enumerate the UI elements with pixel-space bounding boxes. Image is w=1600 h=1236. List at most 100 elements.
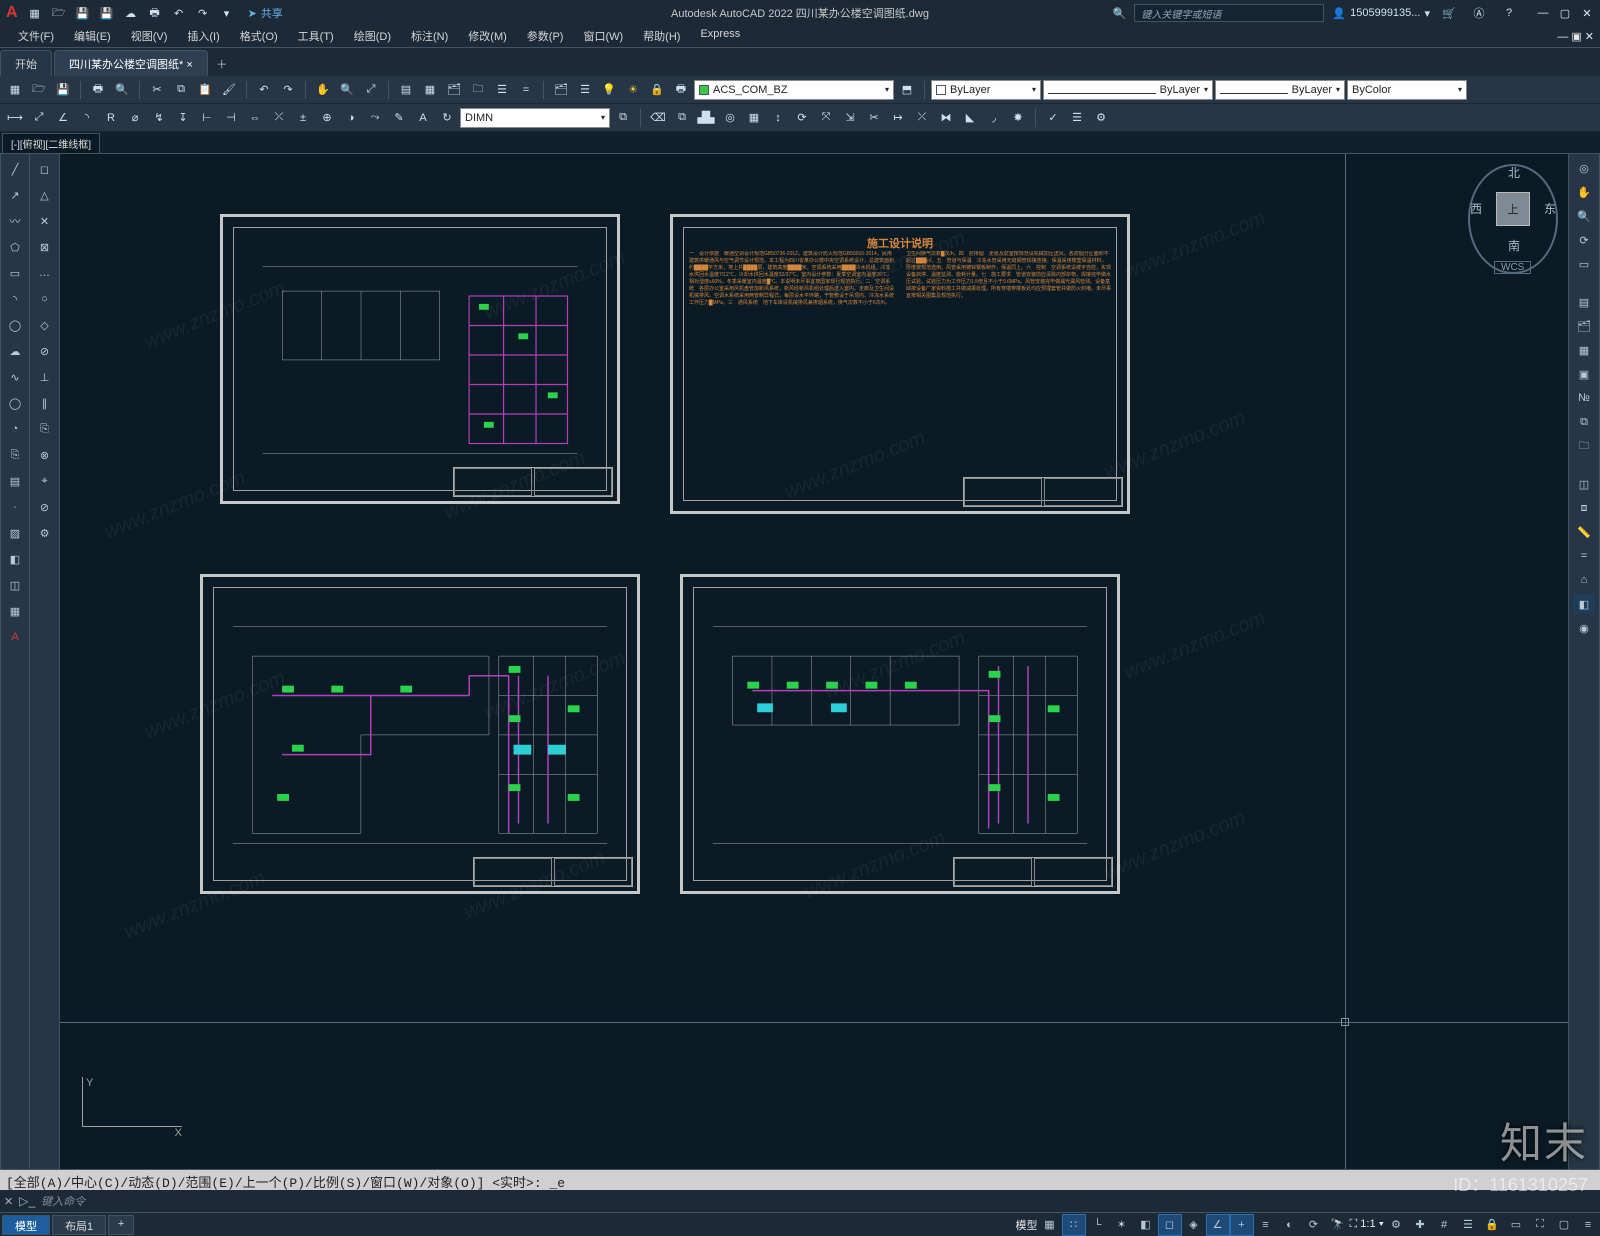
xline-icon[interactable]: ↗	[4, 184, 26, 206]
tb-ssm-icon[interactable]: 🗀	[467, 80, 489, 100]
qat-plot-icon[interactable]: 🖶	[144, 3, 166, 23]
dim-break-icon[interactable]: ⤫	[268, 108, 290, 128]
pal-count-icon[interactable]: №	[1573, 388, 1595, 408]
osnap-int-icon[interactable]: ✕	[34, 210, 56, 232]
point-icon[interactable]: ∙	[4, 496, 26, 518]
command-input[interactable]: 键入命令	[41, 1193, 85, 1209]
tab-layout1[interactable]: 布局1	[52, 1215, 106, 1235]
qat-saveas-icon[interactable]: 💾	[96, 3, 118, 23]
osnap-none-icon[interactable]: ⊘	[34, 496, 56, 518]
osnap-node-icon[interactable]: ⊗	[34, 444, 56, 466]
menu-help[interactable]: 帮助(H)	[633, 26, 690, 47]
sb-ortho-icon[interactable]: └	[1086, 1214, 1110, 1236]
menu-dim[interactable]: 标注(N)	[401, 26, 458, 47]
polygon-icon[interactable]: ⬠	[4, 236, 26, 258]
view-cube[interactable]: 上 北 南 东 西 WCS	[1468, 164, 1558, 274]
pal-tool-icon[interactable]: ▦	[1573, 340, 1595, 360]
mod-move-icon[interactable]: ↕	[767, 108, 789, 128]
tab-add-button[interactable]: ＋	[210, 52, 234, 76]
pal-calc-icon[interactable]: =	[1573, 546, 1595, 566]
sb-iso2-icon[interactable]: ▭	[1504, 1214, 1528, 1236]
tb-paste-icon[interactable]: 📋	[194, 80, 216, 100]
insert-icon[interactable]: ⎘	[4, 444, 26, 466]
doc-restore-icon[interactable]: ▣	[1571, 30, 1581, 43]
tb-copy-icon[interactable]: ⧉	[170, 80, 192, 100]
menu-edit[interactable]: 编辑(E)	[64, 26, 121, 47]
search-input[interactable]: 键入关键字或短语	[1134, 4, 1324, 22]
sb-ann-icon[interactable]: 🔭	[1326, 1214, 1350, 1236]
qat-undo-icon[interactable]: ↶	[168, 3, 190, 23]
status-model-pill[interactable]: 模型	[1016, 1217, 1038, 1233]
mod-trim-icon[interactable]: ✂	[863, 108, 885, 128]
dim-inspect-icon[interactable]: ◑	[340, 108, 362, 128]
menu-format[interactable]: 格式(O)	[230, 26, 288, 47]
pal-grp-icon[interactable]: ⧈	[1573, 498, 1595, 518]
maximize-button[interactable]: ▢	[1556, 7, 1574, 20]
dim-tedit-icon[interactable]: A	[412, 108, 434, 128]
dim-space-icon[interactable]: ⇔	[244, 108, 266, 128]
mod-stretch-icon[interactable]: ⇲	[839, 108, 861, 128]
dim-arc-icon[interactable]: ◝	[76, 108, 98, 128]
apps-icon[interactable]: Ⓐ	[1468, 3, 1490, 23]
menu-window[interactable]: 窗口(W)	[573, 26, 633, 47]
qat-open-icon[interactable]: 🗁	[48, 3, 70, 23]
cart-icon[interactable]: 🛒	[1438, 3, 1460, 23]
user-menu[interactable]: 👤 1505999135... ▾	[1332, 7, 1430, 20]
sb-dyn-icon[interactable]: +	[1230, 1214, 1254, 1236]
tb-cut-icon[interactable]: ✂	[146, 80, 168, 100]
std-checker-icon[interactable]: ✓	[1042, 108, 1064, 128]
tb-layer-plot-icon[interactable]: 🖶	[670, 80, 692, 100]
mod-chamfer-icon[interactable]: ◣	[959, 108, 981, 128]
help-icon[interactable]: ?	[1498, 3, 1520, 23]
sb-osnap-icon[interactable]: ◻	[1158, 1214, 1182, 1236]
sb-iso-icon[interactable]: ◧	[1134, 1214, 1158, 1236]
tb-save-icon[interactable]: 💾	[52, 80, 74, 100]
linetype-dropdown[interactable]: ByLayer ▾	[1043, 80, 1213, 100]
lineweight-dropdown[interactable]: ByLayer ▾	[1215, 80, 1345, 100]
pal-mat-icon[interactable]: ◉	[1573, 618, 1595, 638]
table-icon[interactable]: ▦	[4, 600, 26, 622]
sb-lock-icon[interactable]: 🔒	[1480, 1214, 1504, 1236]
dim-center-icon[interactable]: ⊕	[316, 108, 338, 128]
tb-new-icon[interactable]: ▦	[4, 80, 26, 100]
dimstyle-dropdown[interactable]: DIMN ▾	[460, 108, 610, 128]
mod-extend-icon[interactable]: ↦	[887, 108, 909, 128]
mod-mirror-icon[interactable]: ▟▙	[695, 108, 717, 128]
doc-close-icon[interactable]: ✕	[1585, 30, 1594, 43]
mod-erase-icon[interactable]: ⌫	[647, 108, 669, 128]
viewcube-wcs[interactable]: WCS	[1494, 261, 1531, 274]
tb-layer-make-icon[interactable]: ⬒	[896, 80, 918, 100]
tab-layout-add[interactable]: +	[108, 1215, 134, 1235]
nav-zoom-icon[interactable]: 🔍	[1573, 206, 1595, 226]
mtext-icon[interactable]: A	[4, 626, 26, 648]
dim-angular-icon[interactable]: ∠	[52, 108, 74, 128]
dim-continue-icon[interactable]: ⊣	[220, 108, 242, 128]
dim-jogline-icon[interactable]: ⤳	[364, 108, 386, 128]
tb-layer-lock-icon[interactable]: 🔒	[646, 80, 668, 100]
osnap-set-icon[interactable]: ⚙	[34, 522, 56, 544]
nav-pan-icon[interactable]: ✋	[1573, 182, 1595, 202]
osnap-ext-icon[interactable]: …	[34, 262, 56, 284]
ellipse-arc-icon[interactable]: ◔	[4, 418, 26, 440]
drawing-canvas[interactable]: www.znzmo.com www.znzmo.com www.znzmo.co…	[60, 154, 1568, 1169]
pal-meas-icon[interactable]: 📏	[1573, 522, 1595, 542]
tb-zoom-ext-icon[interactable]: ⤢	[360, 80, 382, 100]
qat-redo-icon[interactable]: ↷	[192, 3, 214, 23]
tb-undo-icon[interactable]: ↶	[253, 80, 275, 100]
dim-edit-icon[interactable]: ✎	[388, 108, 410, 128]
tb-open-icon[interactable]: 🗁	[28, 80, 50, 100]
sb-custom-icon[interactable]: ≡	[1576, 1214, 1600, 1236]
mod-array-icon[interactable]: ▦	[743, 108, 765, 128]
line-icon[interactable]: ╱	[4, 158, 26, 180]
osnap-mid-icon[interactable]: △	[34, 184, 56, 206]
mod-scale-icon[interactable]: ⤧	[815, 108, 837, 128]
tb-match-icon[interactable]: 🖌	[218, 80, 240, 100]
sb-annmon-icon[interactable]: ✚	[1408, 1214, 1432, 1236]
sb-polar-icon[interactable]: ✶	[1110, 1214, 1134, 1236]
pal-sheet-icon[interactable]: 🗀	[1573, 436, 1595, 456]
sb-qp-icon[interactable]: ☰	[1456, 1214, 1480, 1236]
osnap-ins-icon[interactable]: ⎘	[34, 418, 56, 440]
tab-model[interactable]: 模型	[2, 1215, 50, 1235]
tab-start[interactable]: 开始	[0, 50, 52, 76]
sb-trn-icon[interactable]: ◐	[1278, 1214, 1302, 1236]
